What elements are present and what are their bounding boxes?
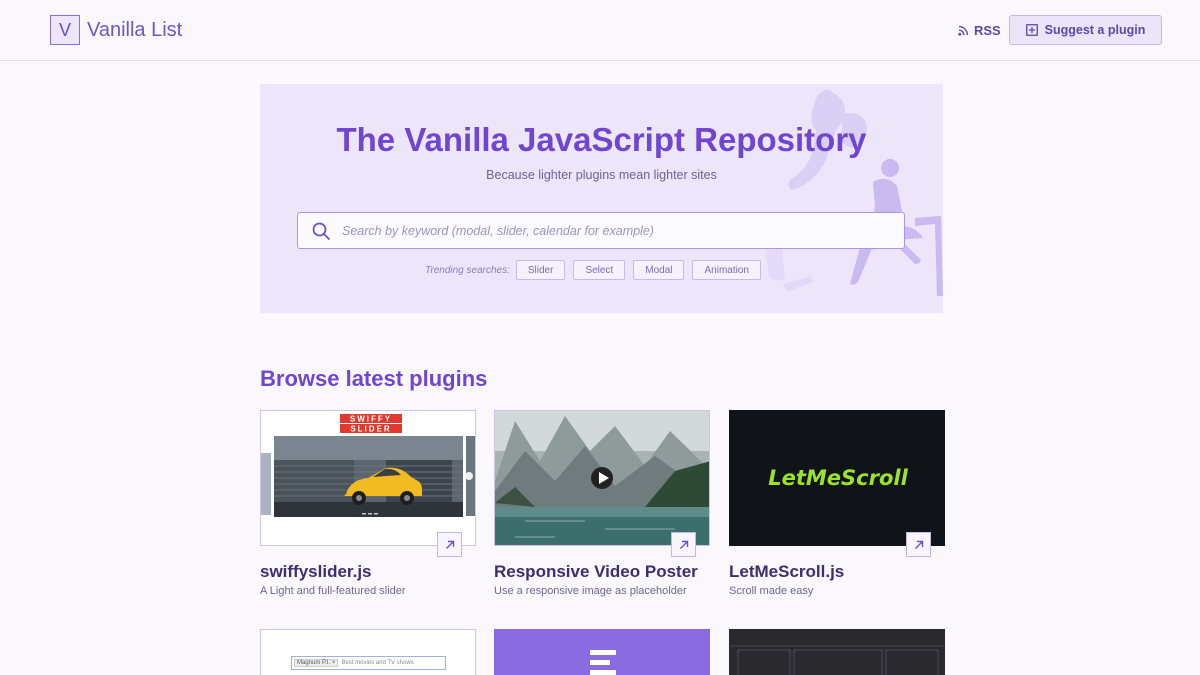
trending-searches: Trending searches: Slider Select Modal A…: [425, 260, 769, 280]
search-icon: [312, 222, 330, 240]
swiffy-slider-image: SWIFFY SLIDER: [261, 411, 475, 545]
svg-text:SLIDER: SLIDER: [350, 425, 391, 434]
plugin-card-letmescroll[interactable]: LetMeScroll LetMeScroll.js Scroll made e…: [729, 410, 945, 597]
search-input[interactable]: [342, 223, 882, 238]
rss-label: RSS: [974, 23, 1001, 38]
plugin-thumbnail[interactable]: [729, 629, 945, 675]
suggest-plugin-button[interactable]: Suggest a plugin: [1009, 15, 1162, 45]
plugin-description: Scroll made easy: [729, 585, 814, 597]
trending-chip-animation[interactable]: Animation: [692, 260, 761, 280]
plugin-thumbnail[interactable]: SWIFFY SLIDER: [260, 410, 476, 546]
trending-chip-slider[interactable]: Slider: [515, 260, 566, 280]
tag-input-preview: Magnum P.I. × Best movies and TV shows: [291, 656, 446, 670]
rss-icon: [958, 25, 969, 36]
plugin-thumbnail[interactable]: LetMeScroll: [729, 410, 945, 546]
dark-gallery-image: [730, 630, 944, 675]
plugin-card-row2-1[interactable]: Magnum P.I. × Best movies and TV shows: [260, 629, 476, 675]
plugin-description: Use a responsive image as placeholder: [494, 585, 687, 597]
plugin-name[interactable]: Responsive Video Poster: [494, 562, 698, 582]
open-plugin-button[interactable]: [437, 532, 462, 557]
plugin-card-row2-2[interactable]: [494, 629, 710, 675]
plugin-card-responsive-video-poster[interactable]: Responsive Video Poster Use a responsive…: [494, 410, 710, 597]
rss-link[interactable]: RSS: [958, 23, 1001, 38]
hero-subtitle: Because lighter plugins mean lighter sit…: [486, 168, 717, 182]
hero-banner: The Vanilla JavaScript Repository Becaus…: [260, 84, 943, 313]
plugin-card-swiffyslider[interactable]: SWIFFY SLIDER swiffyslider.js A Light an…: [260, 410, 476, 597]
plugin-thumbnail[interactable]: [494, 410, 710, 546]
section-title: Browse latest plugins: [260, 366, 488, 391]
trending-chip-select[interactable]: Select: [573, 260, 626, 280]
trending-chip-modal[interactable]: Modal: [633, 260, 685, 280]
tag-input-text: Best movies and TV shows: [341, 660, 414, 666]
letmescroll-logo-image: LetMeScroll: [730, 411, 944, 545]
svg-text:LetMeScroll: LetMeScroll: [768, 466, 908, 490]
tag-chip: Magnum P.I. ×: [294, 659, 339, 667]
arrow-up-right-icon: [914, 540, 923, 549]
purple-logo-image: [495, 630, 709, 675]
plugin-card-row2-3[interactable]: [729, 629, 945, 675]
open-plugin-button[interactable]: [671, 532, 696, 557]
trending-label: Trending searches:: [425, 264, 510, 276]
plugin-thumbnail[interactable]: Magnum P.I. × Best movies and TV shows: [260, 629, 476, 675]
svg-text:SWIFFY: SWIFFY: [350, 415, 392, 424]
plugin-name[interactable]: swiffyslider.js: [260, 562, 372, 582]
top-header: V Vanilla List RSS Suggest a plugin: [0, 0, 1200, 61]
arrow-up-right-icon: [445, 540, 454, 549]
logo-text: Vanilla List: [87, 18, 183, 41]
plus-square-icon: [1025, 24, 1038, 36]
search-box: [297, 212, 905, 249]
mountain-lake-image: [495, 411, 709, 545]
hero-title: The Vanilla JavaScript Repository: [336, 121, 867, 158]
plugin-thumbnail[interactable]: [494, 629, 710, 675]
plugin-description: A Light and full-featured slider: [260, 585, 406, 597]
plugin-name[interactable]: LetMeScroll.js: [729, 562, 844, 582]
open-plugin-button[interactable]: [906, 532, 931, 557]
logo-link[interactable]: V Vanilla List: [50, 15, 182, 45]
logo-icon: V: [50, 15, 80, 45]
suggest-plugin-label: Suggest a plugin: [1044, 23, 1146, 37]
arrow-up-right-icon: [679, 540, 688, 549]
